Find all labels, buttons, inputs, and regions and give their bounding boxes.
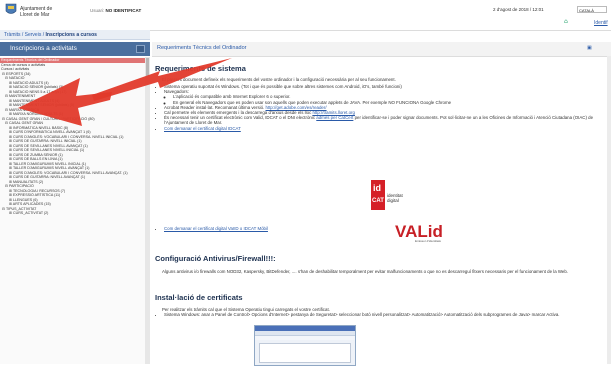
section-title-requirements: Requeriments de sistema bbox=[155, 64, 246, 73]
sidebar-item[interactable]: ⊞ CURS_ACTIVITAT (2) bbox=[0, 211, 145, 216]
breadcrumb-tramits[interactable]: Tràmits / Serveis bbox=[4, 32, 41, 38]
req-idcat-item: Com demanar el certificat digital IDCAT bbox=[164, 126, 602, 131]
internet-options-screenshot bbox=[254, 325, 356, 366]
sidebar-tree: Requeriments Tècnics del Ordinador Cerca … bbox=[0, 57, 146, 364]
language-select[interactable]: CATALÀ bbox=[577, 6, 607, 13]
catcert-link[interactable]: admès per CatCert bbox=[316, 115, 353, 120]
council-logo-icon bbox=[5, 3, 17, 14]
certificates-list: Sistema Windows: anar a Panel de Control… bbox=[157, 312, 602, 317]
organization-name: Ajuntament de Lloret de Mar bbox=[20, 6, 53, 18]
idcat-link[interactable]: Com demanar el certificat digital IDCAT bbox=[164, 126, 241, 131]
req-certificate: És necessari tenir un certificat electrò… bbox=[164, 115, 602, 125]
antivirus-text: Alguns antivirus i/o firewalls com NOD32… bbox=[162, 269, 569, 274]
valid-link[interactable]: Com demanar el certificat digital VaIID … bbox=[164, 226, 268, 231]
home-icon[interactable]: ⌂ bbox=[564, 18, 568, 25]
req-browsers: Navegadors: L'aplicació és compatible am… bbox=[164, 89, 602, 105]
sidebar-title: Inscripcions a activitats bbox=[0, 42, 150, 56]
cert-windows-steps: Sistema Windows: anar a Panel de Control… bbox=[164, 312, 602, 317]
content-titlebar: Requeriments Tècnics del Ordinador ▣ bbox=[152, 42, 611, 57]
collapse-sidebar-button[interactable] bbox=[136, 45, 145, 53]
requirements-intro: El present document defineix els requeri… bbox=[162, 77, 396, 82]
top-bar: Ajuntament de Lloret de Mar Usuari: NO ID… bbox=[0, 0, 611, 31]
svg-text:Emissor d'identitats: Emissor d'identitats bbox=[415, 239, 441, 243]
date-time: 2 d'agost de 2018 / 12:01 bbox=[493, 7, 544, 12]
breadcrumb: Tràmits / Serveis / Inscripcions a curso… bbox=[0, 30, 150, 40]
svg-text:digital: digital bbox=[387, 198, 399, 203]
user-status: Usuari: NO IDENTIFICAT bbox=[90, 8, 142, 13]
sidebar-scroll-thumb[interactable] bbox=[146, 58, 149, 76]
sidebar-scrollbar[interactable] bbox=[145, 57, 150, 364]
valid-logo: VALid Emissor d'identitats bbox=[395, 222, 443, 243]
idcat-logo: id CAT identitat digital bbox=[371, 180, 404, 210]
breadcrumb-inscripcions[interactable]: Inscripcions a cursos bbox=[46, 32, 97, 38]
svg-text:id: id bbox=[373, 183, 381, 193]
section-title-antivirus: Configuració Antivirus/Firewall!!!: bbox=[155, 254, 276, 263]
svg-text:CAT: CAT bbox=[372, 198, 384, 204]
identify-link[interactable]: Identif bbox=[594, 20, 608, 26]
content-panel: Requeriments Tècnics del Ordinador ▣ Req… bbox=[152, 42, 611, 364]
section-title-certificates: Instal·lació de certificats bbox=[155, 293, 243, 302]
content-title: Requeriments Tècnics del Ordinador bbox=[157, 45, 247, 51]
content-scrollbar[interactable] bbox=[607, 56, 611, 364]
print-icon[interactable]: ▣ bbox=[587, 45, 592, 51]
requirements-list: Sistema operatiu suportat és Windows. (T… bbox=[157, 84, 602, 131]
